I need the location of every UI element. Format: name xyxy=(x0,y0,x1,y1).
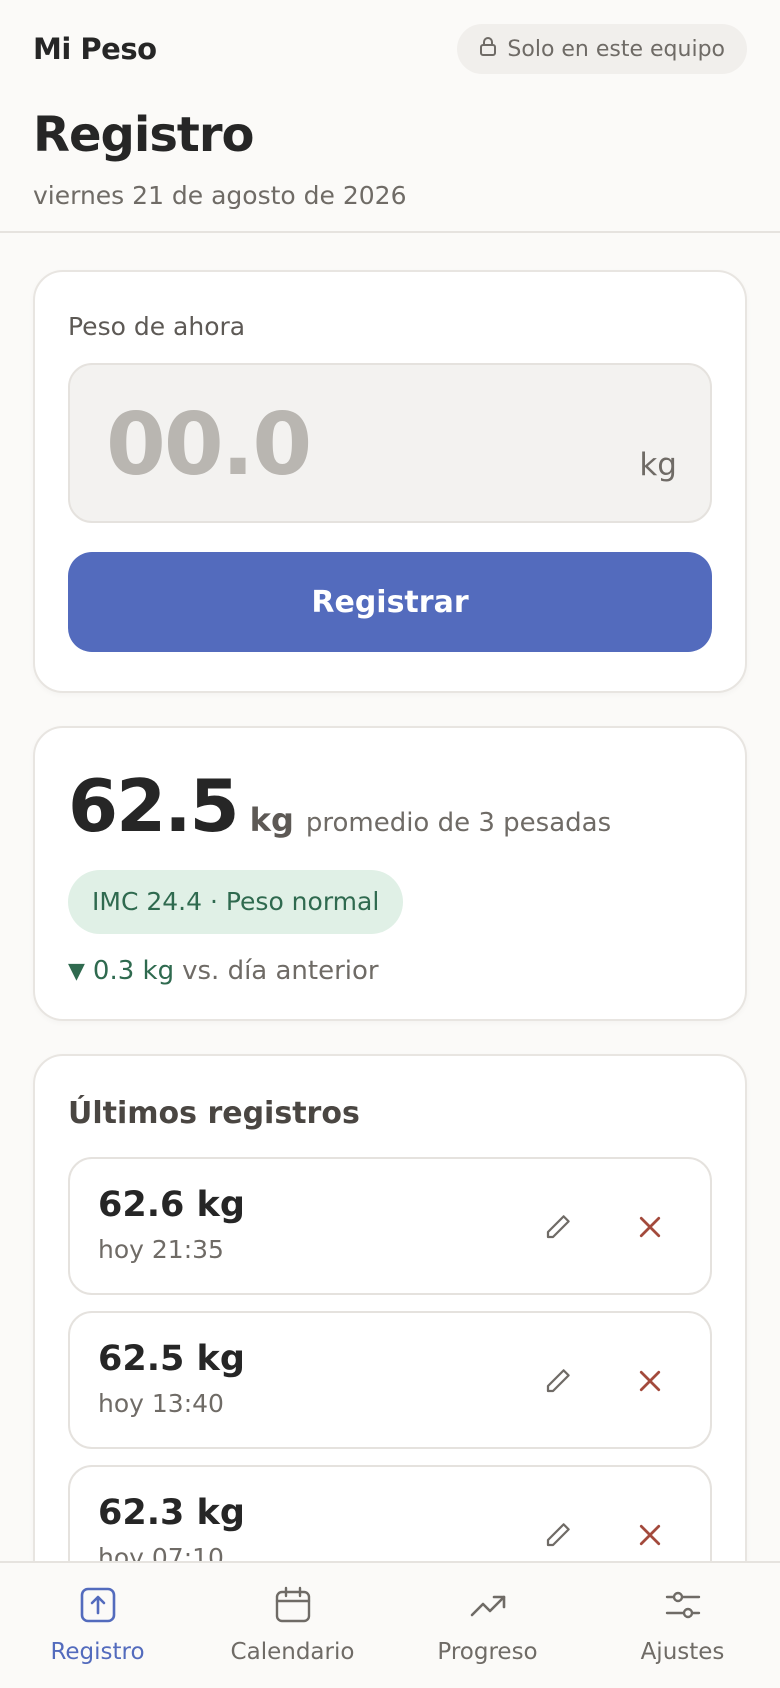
page-header: Mi Peso Solo en este equipo Registro vie… xyxy=(0,0,780,233)
history-title: Últimos registros xyxy=(68,1096,360,1131)
record-actions xyxy=(538,1515,670,1555)
list-item: 62.5 kg hoy 13:40 xyxy=(68,1311,712,1449)
average-row: 62.5 kg promedio de 3 pesadas xyxy=(68,764,712,848)
daily-summary-card: 62.5 kg promedio de 3 pesadas IMC 24.4 ·… xyxy=(33,726,747,1021)
register-button[interactable]: Registrar xyxy=(68,552,712,652)
list-item: 62.6 kg hoy 21:35 xyxy=(68,1157,712,1295)
delete-button[interactable] xyxy=(630,1207,670,1247)
edit-button[interactable] xyxy=(538,1361,578,1401)
calendar-icon xyxy=(275,1586,310,1623)
scale-icon xyxy=(80,1587,115,1623)
bmi-badge: IMC 24.4 · Peso normal xyxy=(68,870,404,934)
nav-label: Progreso xyxy=(437,1639,538,1665)
close-icon xyxy=(639,1370,661,1392)
page-date: viernes 21 de agosto de 2026 xyxy=(33,181,407,210)
weight-unit-label: kg xyxy=(639,447,677,483)
trending-up-icon xyxy=(470,1595,505,1617)
bottom-nav: Registro Calendario Progreso Ajustes xyxy=(0,1561,780,1688)
average-caption: promedio de 3 pesadas xyxy=(305,808,612,838)
nav-item-progreso[interactable]: Progreso xyxy=(390,1585,585,1665)
top-bar: Mi Peso Solo en este equipo xyxy=(33,0,747,74)
privacy-label: Solo en este equipo xyxy=(507,36,725,62)
record-actions xyxy=(538,1207,670,1247)
delta-value: 0.3 kg xyxy=(92,956,175,986)
nav-label: Registro xyxy=(50,1639,145,1665)
lock-icon xyxy=(479,36,497,62)
sliders-icon xyxy=(665,1591,700,1619)
delete-button[interactable] xyxy=(630,1515,670,1555)
weight-input[interactable] xyxy=(106,395,576,495)
weight-field-label: Peso de ahora xyxy=(68,312,246,341)
pencil-icon xyxy=(546,1523,570,1547)
records-list: 62.6 kg hoy 21:35 62.5 kg hoy 13:40 62.3… xyxy=(68,1157,712,1603)
average-weight-value: 62.5 xyxy=(68,764,240,848)
nav-label: Calendario xyxy=(230,1639,355,1665)
weight-input-container[interactable]: kg xyxy=(68,363,712,523)
nav-item-calendario[interactable]: Calendario xyxy=(195,1585,390,1665)
app-name: Mi Peso xyxy=(33,32,157,66)
delta-caption: vs. día anterior xyxy=(182,956,379,986)
close-icon xyxy=(639,1216,661,1238)
page-title: Registro xyxy=(33,107,255,163)
delta-row: ▼ 0.3 kg vs. día anterior xyxy=(68,956,712,986)
weight-entry-card: Peso de ahora kg Registrar xyxy=(33,270,747,693)
pencil-icon xyxy=(546,1215,570,1239)
privacy-badge: Solo en este equipo xyxy=(457,24,747,74)
nav-item-registro[interactable]: Registro xyxy=(0,1585,195,1665)
delete-button[interactable] xyxy=(630,1361,670,1401)
record-actions xyxy=(538,1361,670,1401)
nav-label: Ajustes xyxy=(640,1639,725,1665)
app-root: Mi Peso Solo en este equipo Registro vie… xyxy=(0,0,780,1688)
close-icon xyxy=(639,1524,661,1546)
edit-button[interactable] xyxy=(538,1207,578,1247)
triangle-down-icon: ▼ xyxy=(68,958,85,984)
average-weight-unit: kg xyxy=(249,801,294,839)
pencil-icon xyxy=(546,1369,570,1393)
nav-item-ajustes[interactable]: Ajustes xyxy=(585,1585,780,1665)
edit-button[interactable] xyxy=(538,1515,578,1555)
